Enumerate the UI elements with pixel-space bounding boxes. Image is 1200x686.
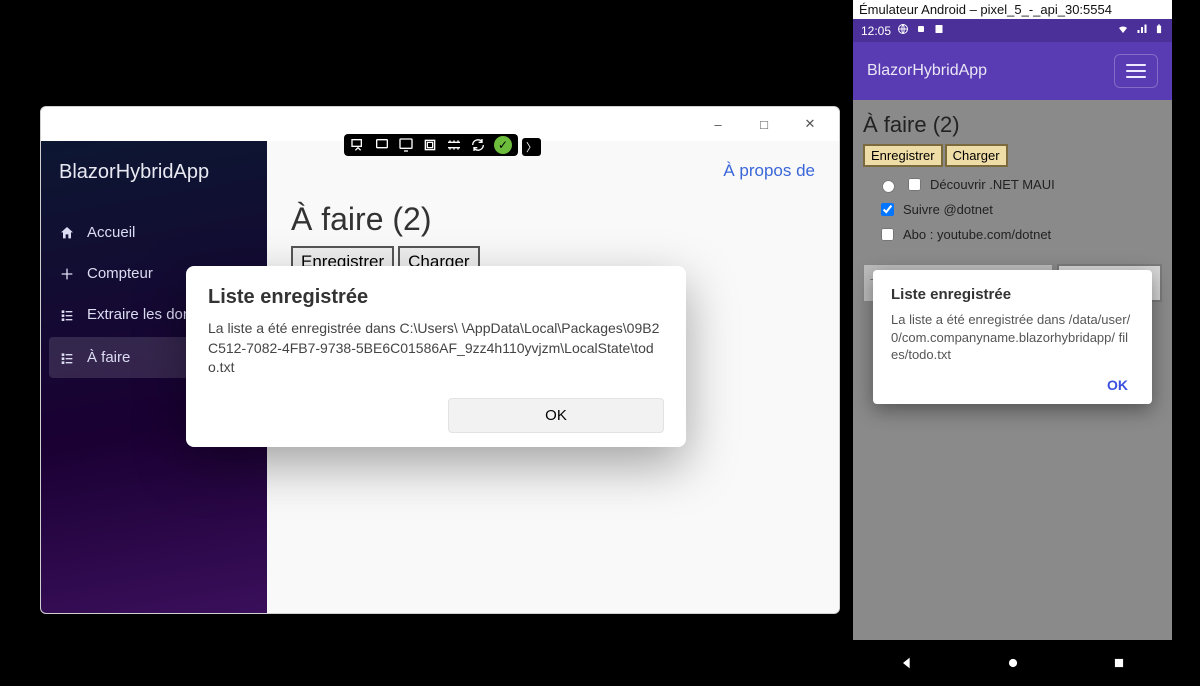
list-item: Découvrir .NET MAUI [877,175,1162,194]
sidebar-item-home[interactable]: Accueil [41,212,267,253]
checkbox[interactable] [881,203,894,216]
globe-icon [897,23,909,38]
dialog-body-mobile: La liste a été enregistrée dans /data/us… [891,311,1134,364]
dialog-ok-button-mobile[interactable]: OK [1101,376,1134,394]
inspect-icon[interactable] [350,137,366,153]
todo-label: Suivre @dotnet [903,202,993,217]
maximize-icon[interactable]: □ [741,109,787,139]
dialog-ok-button[interactable]: OK [448,398,664,433]
alert-dialog-android: Liste enregistrée La liste a été enregis… [873,270,1152,404]
list-item: Abo : youtube.com/dotnet [877,225,1162,244]
hamburger-icon[interactable] [1114,54,1158,88]
todo-label: Abo : youtube.com/dotnet [903,227,1051,242]
sidebar-item-label: Compteur [87,265,153,282]
plus-icon [59,266,75,282]
app-navbar-mobile: BlazorHybridApp [853,42,1172,100]
alert-dialog-windows: Liste enregistrée La liste a été enregis… [186,266,686,447]
app-brand: BlazorHybridApp [41,141,267,212]
chevron-right-icon[interactable]: 〉 [522,138,541,156]
sidebar-item-label: Accueil [87,224,135,241]
page-title-mobile: À faire (2) [863,112,1162,138]
about-link[interactable]: À propos de [723,161,815,181]
app-brand-mobile: BlazorHybridApp [867,62,987,80]
home-icon[interactable] [1006,656,1020,670]
emulator-title: Émulateur Android – pixel_5_-_api_30:555… [853,0,1172,19]
android-emulator-window: Émulateur Android – pixel_5_-_api_30:555… [853,0,1172,686]
load-button-mobile[interactable]: Charger [945,144,1008,167]
minimize-icon[interactable]: – [695,109,741,139]
battery-icon [1154,22,1164,39]
todo-list: Découvrir .NET MAUI Suivre @dotnet Abo :… [877,175,1162,244]
debug-icon [915,23,927,38]
home-icon [59,225,75,241]
mobile-main: À faire (2) Enregistrer Charger Découvri… [853,100,1172,640]
android-nav-bar [853,640,1172,686]
sidebar-item-label: À faire [87,349,130,366]
sidebar-item-label: Extraire les don [87,306,191,323]
box-icon[interactable] [422,137,438,153]
checkbox[interactable] [881,228,894,241]
close-icon[interactable]: ✕ [787,109,833,139]
page-title: À faire (2) [291,201,815,238]
save-button-mobile[interactable]: Enregistrer [863,144,943,167]
list-item: Suivre @dotnet [877,200,1162,219]
screen-icon[interactable] [398,137,414,153]
back-icon[interactable] [899,655,915,671]
status-time: 12:05 [861,24,891,38]
dialog-body: La liste a été enregistrée dans C:\Users… [208,319,664,378]
card-icon [933,23,945,38]
radio-icon[interactable] [882,180,895,193]
device-icon[interactable] [374,137,390,153]
list-icon [59,350,75,366]
wifi-icon [1116,23,1130,38]
checkbox[interactable] [908,178,921,191]
list-icon [59,307,75,323]
android-status-bar: 12:05 [853,19,1172,42]
signal-icon [1136,23,1148,38]
refresh-icon[interactable] [470,137,486,153]
dialog-title-mobile: Liste enregistrée [891,286,1134,303]
recents-icon[interactable] [1112,656,1126,670]
check-icon[interactable]: ✓ [494,136,512,154]
vs-debug-toolbar[interactable]: ✓ [344,134,518,156]
dialog-title: Liste enregistrée [208,286,664,309]
ruler-icon[interactable] [446,137,462,153]
todo-label: Découvrir .NET MAUI [930,177,1055,192]
